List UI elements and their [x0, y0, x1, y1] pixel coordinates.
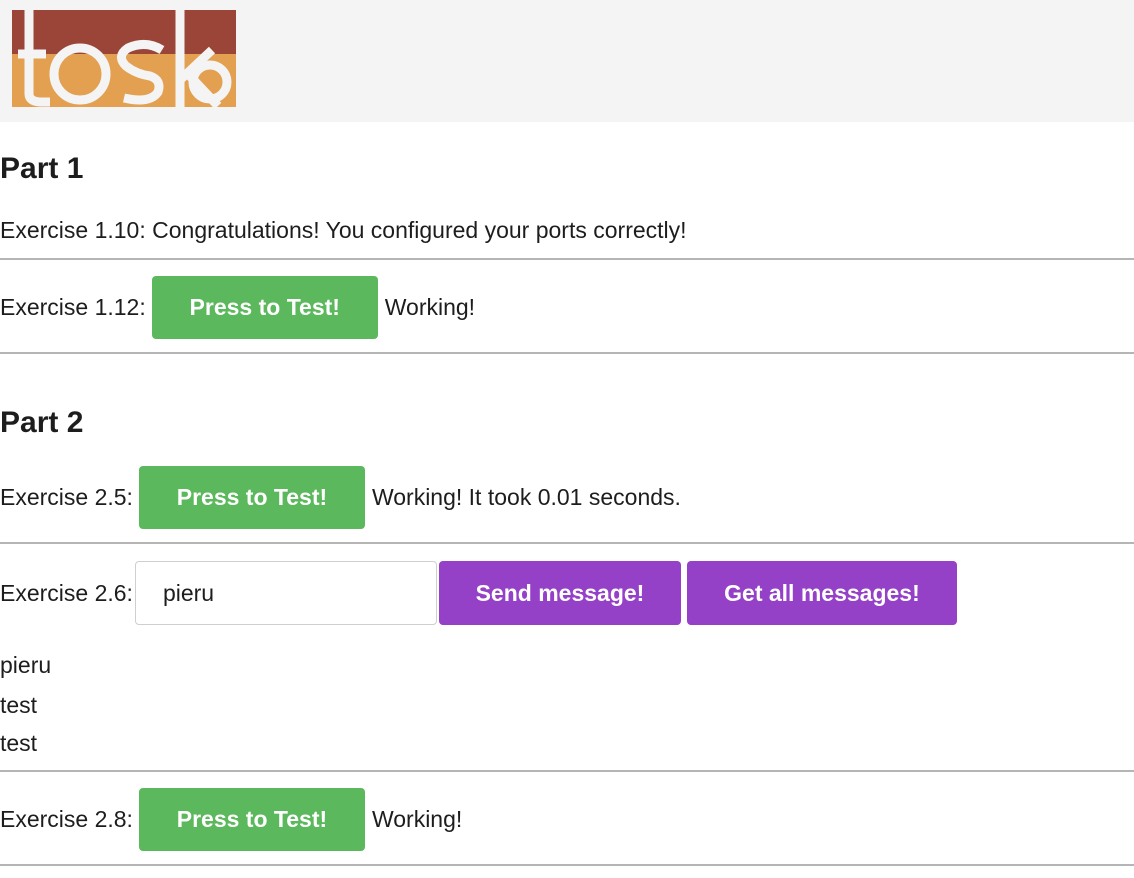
exercise-2-5-status: Working! It took 0.01 seconds. [371, 484, 681, 510]
exercise-1-12-row: Exercise 1.12: Press to Test! Working! [0, 276, 1134, 339]
page-header [0, 0, 1134, 122]
divider [0, 542, 1134, 544]
exercise-2-5-row: Exercise 2.5: Press to Test! Working! It… [0, 466, 1134, 529]
message-input[interactable]: pieru [134, 561, 437, 625]
exercise-1-12-status: Working! [384, 294, 476, 320]
exercise-2-8-label: Exercise 2.8: [0, 806, 133, 832]
exercise-1-10-row: Exercise 1.10: Congratulations! You conf… [0, 212, 1134, 248]
message-item: test [0, 730, 38, 756]
send-message-button[interactable]: Send message! [438, 561, 681, 625]
exercise-2-6-row: Exercise 2.6: pieru Send message! Get al… [0, 561, 1134, 625]
exercise-1-10-text: Exercise 1.10: Congratulations! You conf… [0, 216, 687, 243]
get-all-messages-button[interactable]: Get all messages! [686, 561, 957, 625]
toska-logo [12, 10, 236, 107]
divider [0, 352, 1134, 354]
exercise-2-8-row: Exercise 2.8: Press to Test! Working! [0, 788, 1134, 851]
exercise-2-8-status: Working! [371, 806, 463, 832]
message-item: pieru [0, 652, 52, 678]
exercise-1-12-label: Exercise 1.12: [0, 294, 146, 320]
exercise-2-5-test-button[interactable]: Press to Test! [138, 466, 365, 529]
message-item: test [0, 692, 38, 718]
part2-title: Part 2 [0, 406, 84, 439]
divider [0, 770, 1134, 772]
exercise-2-6-label: Exercise 2.6: [0, 579, 133, 606]
exercise-2-5-label: Exercise 2.5: [0, 484, 133, 510]
divider [0, 258, 1134, 260]
exercise-2-8-test-button[interactable]: Press to Test! [138, 788, 365, 851]
part1-title: Part 1 [0, 152, 84, 185]
divider [0, 864, 1134, 866]
exercise-1-12-test-button[interactable]: Press to Test! [151, 276, 378, 339]
